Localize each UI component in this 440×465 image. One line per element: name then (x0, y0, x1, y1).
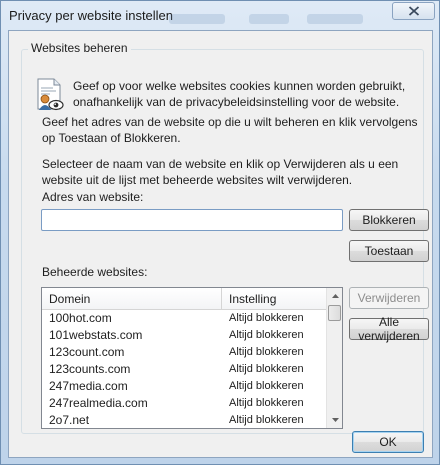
list-item[interactable]: 2o7.net Altijd blokkeren (42, 412, 327, 428)
group-legend: Websites beheren (28, 41, 131, 55)
remove-all-button[interactable]: Alle verwijderen (349, 315, 429, 343)
block-button[interactable]: Blokkeren (349, 209, 429, 231)
list-scrollbar[interactable] (326, 288, 342, 428)
instruction-enter-address: Geef het adres van de website op die u w… (42, 115, 418, 145)
domain-cell: 100hot.com (49, 311, 112, 325)
dialog-client-area: Websites beheren Geef op voor welke webs… (8, 30, 433, 458)
setting-cell: Altijd blokkeren (229, 380, 304, 392)
scroll-up-button[interactable] (327, 288, 342, 304)
close-button[interactable] (392, 2, 435, 20)
list-item[interactable]: 247media.com Altijd blokkeren (42, 378, 327, 395)
scroll-thumb[interactable] (328, 305, 341, 321)
domain-cell: 247realmedia.com (49, 396, 148, 410)
allow-button[interactable]: Toestaan (349, 240, 429, 262)
title-bar: Privacy per website instellen (1, 1, 439, 29)
column-header-domain[interactable]: Domein (42, 288, 221, 310)
list-header: Domein Instelling (42, 288, 327, 310)
privacy-dialog: Privacy per website instellen Websites b… (0, 0, 440, 465)
domain-cell: 123count.com (49, 345, 125, 359)
column-header-setting[interactable]: Instelling (222, 288, 327, 310)
window-title: Privacy per website instellen (9, 8, 174, 23)
background-tab-ghost (169, 14, 225, 24)
domain-cell: 2o7.net (49, 413, 90, 427)
chevron-down-icon (331, 418, 339, 422)
managed-websites-list[interactable]: Domein Instelling 100hot.com Altijd blok… (41, 287, 343, 429)
list-item[interactable]: 123counts.com Altijd blokkeren (42, 361, 327, 378)
list-item[interactable]: 101webstats.com Altijd blokkeren (42, 327, 327, 344)
scroll-down-button[interactable] (327, 412, 342, 428)
list-item[interactable]: 100hot.com Altijd blokkeren (42, 310, 327, 327)
website-address-input[interactable] (41, 209, 343, 231)
setting-cell: Altijd blokkeren (229, 312, 304, 324)
chevron-up-icon (331, 294, 339, 298)
setting-cell: Altijd blokkeren (229, 346, 304, 358)
domain-cell: 101webstats.com (49, 328, 143, 342)
remove-button[interactable]: Verwijderen (349, 287, 429, 309)
address-label: Adres van website: (42, 190, 144, 204)
domain-cell: 247media.com (49, 379, 128, 393)
close-icon (408, 6, 419, 16)
websites-group: Websites beheren Geef op voor welke webs… (21, 41, 429, 434)
setting-cell: Altijd blokkeren (229, 329, 304, 341)
list-rows: 100hot.com Altijd blokkeren 101webstats.… (42, 310, 327, 428)
setting-cell: Altijd blokkeren (229, 363, 304, 375)
setting-cell: Altijd blokkeren (229, 414, 304, 426)
setting-cell: Altijd blokkeren (229, 397, 304, 409)
list-item[interactable]: 123count.com Altijd blokkeren (42, 344, 327, 361)
privacy-info-icon (36, 78, 64, 112)
intro-text: Geef op voor welke websites cookies kunn… (73, 79, 406, 109)
domain-cell: 123counts.com (49, 362, 131, 376)
background-tab-ghost (307, 14, 363, 24)
managed-websites-label: Beheerde websites: (42, 265, 148, 279)
ok-button[interactable]: OK (352, 431, 424, 453)
instruction-select-remove: Selecteer de naam van de website en klik… (42, 157, 399, 187)
background-tab-ghost (249, 14, 289, 24)
list-item[interactable]: 247realmedia.com Altijd blokkeren (42, 395, 327, 412)
